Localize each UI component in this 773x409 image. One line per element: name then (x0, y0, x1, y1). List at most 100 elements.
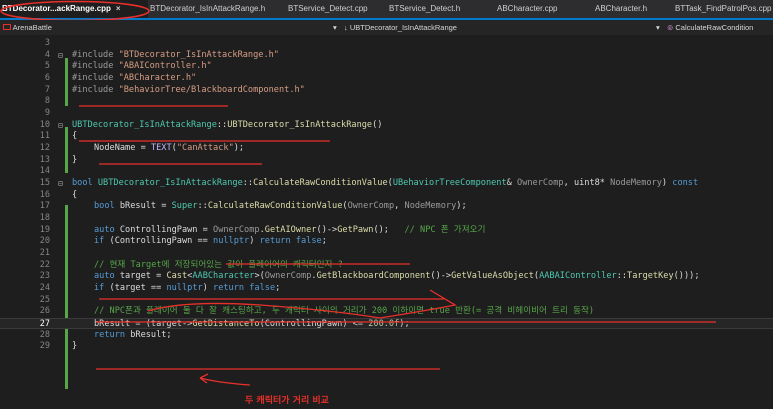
line-number: 22 (39, 259, 50, 270)
code-line[interactable]: 24 if (target == nullptr) return false; (0, 283, 773, 295)
tab-btdecorator-cpp[interactable]: BTDecorator...ackRange.cpp × (0, 0, 148, 18)
code-line[interactable]: 26 // NPC폰과 플레이어 둘 다 잘 캐스팅하고, 두 캐릭터 사이의 거… (0, 306, 773, 318)
code-line[interactable]: 29} (0, 341, 773, 353)
code-token: ; (321, 236, 327, 247)
code-line[interactable]: 7 #include "BehaviorTree/BlackboardCompon… (0, 85, 773, 97)
line-number: 18 (39, 212, 50, 223)
code-line[interactable]: 27 bResult = (target->GetDistanceTo(Contr… (0, 317, 773, 330)
down-arrow-icon: ↓ (344, 23, 348, 32)
line-number: 25 (39, 294, 50, 305)
code-line[interactable]: 16 { (0, 190, 773, 202)
code-line[interactable]: 5 #include "ABAIController.h" (0, 61, 773, 73)
code-line[interactable]: 12 NodeName = TEXT("CanAttack"); (0, 143, 773, 155)
code-token: :: (242, 177, 254, 188)
code-line[interactable]: 25 (0, 295, 773, 307)
tab-label: ABCharacter.cpp (497, 4, 558, 13)
code-token: target = (119, 271, 167, 282)
code-text: auto ControllingPawn = OwnerComp.GetAIOw… (94, 225, 485, 237)
code-text: return bResult; (94, 330, 172, 342)
member-dropdown[interactable]: ⊚ CalculateRawCondition (667, 20, 753, 35)
code-token: ; (275, 282, 281, 293)
code-token: Cast (166, 271, 188, 282)
code-line[interactable]: 21 (0, 248, 773, 260)
code-token: { (72, 131, 78, 142)
member-label: CalculateRawCondition (675, 23, 754, 32)
code-token: "ABAIController.h" (118, 61, 212, 72)
close-tab-icon[interactable]: × (116, 4, 121, 13)
line-number: 7 (44, 84, 50, 95)
line-number: 20 (39, 236, 50, 247)
fold-toggle-icon[interactable]: ⊟ (58, 178, 63, 190)
code-token: bResult = (119, 201, 172, 212)
code-token: :: (616, 271, 628, 282)
code-token: ()-> (316, 224, 338, 235)
code-token: bResult; (130, 329, 172, 340)
code-line[interactable]: 4 ⊟ #include "BTDecorator_IsInAttackRange.… (0, 50, 773, 62)
code-token: UBehaviorTreeComponent (392, 177, 507, 188)
code-text: bool UBTDecorator_IsInAttackRange::Calcu… (72, 178, 698, 190)
code-token: bool (72, 177, 98, 188)
tab-bttask-cpp[interactable]: BTTask_FindPatrolPos.cpp (675, 0, 772, 18)
code-line[interactable]: 17 bool bResult = Super::CalculateRawCond… (0, 201, 773, 213)
line-number: 3 (44, 38, 50, 48)
line-number: 13 (39, 154, 50, 165)
code-line[interactable]: 23 auto target = Cast<AABCharacter>(Owner… (0, 271, 773, 283)
code-token: #include (72, 72, 119, 83)
fold-toggle-icon[interactable]: ⊟ (58, 50, 63, 62)
code-token: OwnerComp (264, 271, 312, 282)
code-token: auto (94, 271, 120, 282)
code-line[interactable]: 10 ⊟ UBTDecorator_IsInAttackRange::UBTDeco… (0, 120, 773, 132)
code-line[interactable]: 18 (0, 213, 773, 225)
project-dropdown[interactable]: ArenaBattle (3, 20, 52, 35)
code-token: return false (213, 282, 276, 293)
code-editor[interactable]: 3 4 ⊟ #include "BTDecorator_IsInAttackRange… (0, 35, 773, 409)
code-line[interactable]: 28 return bResult; (0, 330, 773, 342)
tab-btdecorator-h[interactable]: BTDecorator_IsInAttackRange.h (150, 0, 265, 18)
code-token: UBTDecorator_IsInAttackRange (227, 119, 373, 130)
code-line[interactable]: 8 (0, 96, 773, 108)
line-number: 17 (39, 201, 50, 212)
code-token: if (94, 236, 110, 247)
code-token: :: (197, 201, 208, 212)
code-token: "ABCharacter.h" (118, 72, 197, 83)
code-line[interactable]: 15 ⊟ bool UBTDecorator_IsInAttackRange::Ca… (0, 178, 773, 190)
chevron-down-icon[interactable]: ▾ (656, 20, 660, 35)
code-token: "BehaviorTree/BlackboardComponent.h" (118, 84, 305, 95)
code-line[interactable]: 14 (0, 166, 773, 178)
line-number: 24 (39, 282, 50, 293)
code-line[interactable]: 3 (0, 38, 773, 50)
line-number: 28 (39, 329, 50, 340)
line-number: 26 (39, 306, 50, 317)
code-line[interactable]: 19 auto ControllingPawn = OwnerComp.GetAI… (0, 225, 773, 237)
code-token: // NPC 폰 가져오기 (404, 224, 486, 235)
fold-toggle-icon[interactable]: ⊟ (58, 120, 63, 132)
tab-abcharacter-h[interactable]: ABCharacter.h (595, 0, 647, 18)
tab-abcharacter-cpp[interactable]: ABCharacter.cpp (497, 0, 557, 18)
line-number: 9 (44, 107, 50, 118)
line-number: 23 (39, 271, 50, 282)
code-token: OwnerComp (347, 201, 395, 212)
chevron-down-icon[interactable]: ▾ (333, 20, 337, 35)
code-line[interactable]: 6 #include "ABCharacter.h" (0, 73, 773, 85)
code-line[interactable]: 11 { (0, 131, 773, 143)
code-token: if (94, 282, 110, 293)
code-token: // 현재 Target에 저장되어있는 값이 플레이어의 캐릭터인지 ? (94, 259, 343, 270)
code-line[interactable]: 9 (0, 108, 773, 120)
code-token: (ControllingPawn == (109, 236, 214, 247)
project-label: ArenaBattle (12, 23, 52, 32)
code-text: #include "BehaviorTree/BlackboardCompone… (72, 85, 305, 97)
code-line[interactable]: 20 if (ControllingPawn == nullptr) return… (0, 236, 773, 248)
code-line[interactable]: 22 // 현재 Target에 저장되어있는 값이 플레이어의 캐릭터인지 ? (0, 260, 773, 272)
code-token: :: (216, 119, 228, 130)
code-token: ) (661, 177, 673, 188)
code-token: OwnerComp (213, 224, 260, 235)
scope-dropdown[interactable]: ↓ UBTDecorator_IsInAttackRange (344, 20, 457, 35)
line-number: 5 (44, 61, 50, 72)
code-token: AABCharacter (192, 271, 255, 282)
tab-btservice-cpp[interactable]: BTService_Detect.cpp (288, 0, 368, 18)
code-line[interactable]: 13} (0, 155, 773, 167)
code-text: if (ControllingPawn == nullptr) return f… (94, 236, 327, 248)
tab-btservice-h[interactable]: BTService_Detect.h (389, 0, 460, 18)
navigation-bar: ArenaBattle ▾ ↓ UBTDecorator_IsInAttackR… (0, 20, 773, 35)
tab-label: BTTask_FindPatrolPos.cpp (675, 4, 772, 13)
